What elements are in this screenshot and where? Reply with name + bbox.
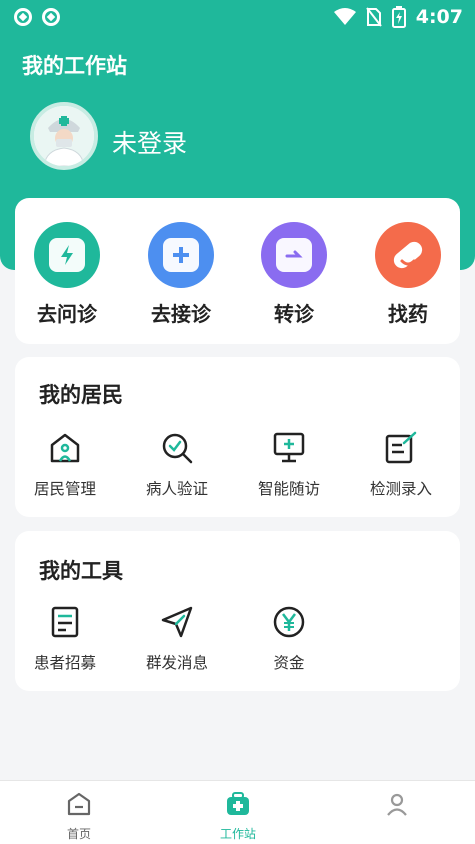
page-title: 我的工作站 xyxy=(22,54,127,78)
sync-icon xyxy=(14,8,32,26)
lightning-chat-icon xyxy=(34,222,100,288)
plus-chat-icon xyxy=(148,222,214,288)
avatar[interactable] xyxy=(30,102,98,170)
grid-item-label: 群发消息 xyxy=(145,654,208,672)
quick-action-label: 去问诊 xyxy=(37,302,97,326)
tools-card: 我的工具 患者招募 群发消息 资金 xyxy=(15,531,460,691)
grid-item-patient-recruitment[interactable]: 患者招募 xyxy=(15,605,115,673)
monitor-plus-icon xyxy=(273,432,305,463)
grid-item-label: 患者招募 xyxy=(33,654,96,672)
search-check-icon xyxy=(162,433,193,464)
grid-item-label: 检测录入 xyxy=(369,480,432,498)
doctor-avatar-icon xyxy=(34,106,94,166)
quick-action-label: 找药 xyxy=(388,302,428,326)
yen-coin-icon xyxy=(273,606,305,638)
quick-action-referral[interactable]: 转诊 xyxy=(254,222,334,327)
note-edit-icon xyxy=(385,431,417,464)
grid-item-test-entry[interactable]: 检测录入 xyxy=(351,431,451,499)
battery-charging-icon xyxy=(391,6,406,28)
nav-item-workstation[interactable]: 工作站 xyxy=(193,791,283,842)
wifi-icon xyxy=(333,8,356,25)
quick-action-label: 去接诊 xyxy=(151,302,211,326)
grid-item-patient-verification[interactable]: 病人验证 xyxy=(127,431,227,499)
status-bar: 4:07 xyxy=(0,0,475,36)
status-time: 4:07 xyxy=(415,6,463,28)
nav-item-profile[interactable] xyxy=(352,791,442,821)
grid-item-label: 病人验证 xyxy=(145,480,208,498)
document-icon xyxy=(51,606,79,638)
grid-item-resident-management[interactable]: 居民管理 xyxy=(15,431,115,499)
nav-item-home[interactable]: 首页 xyxy=(34,791,124,842)
quick-action-consult[interactable]: 去问诊 xyxy=(27,222,107,327)
status-left xyxy=(14,8,60,26)
sync-icon xyxy=(42,8,60,26)
person-icon xyxy=(387,793,407,816)
section-title: 我的居民 xyxy=(39,383,123,407)
quick-action-find-medicine[interactable]: 找药 xyxy=(368,222,448,327)
user-name[interactable]: 未登录 xyxy=(112,124,187,160)
grid-item-broadcast-message[interactable]: 群发消息 xyxy=(127,605,227,673)
bottom-nav: 首页 工作站 xyxy=(0,780,475,844)
grid-item-label: 资金 xyxy=(273,654,305,672)
status-right: 4:07 xyxy=(333,6,463,28)
home-icon xyxy=(67,792,91,816)
quick-actions-card: 去问诊 去接诊 转诊 找药 xyxy=(15,198,460,344)
grid-item-smart-follow-up[interactable]: 智能随访 xyxy=(239,431,339,499)
send-icon xyxy=(161,606,193,638)
nav-label: 首页 xyxy=(66,827,91,841)
nav-label: 工作站 xyxy=(219,827,256,841)
grid-item-funds[interactable]: 资金 xyxy=(239,605,339,673)
quick-action-receive[interactable]: 去接诊 xyxy=(141,222,221,327)
folder-arrow-icon xyxy=(261,222,327,288)
grid-item-label: 智能随访 xyxy=(257,480,320,498)
medical-kit-icon xyxy=(227,792,249,815)
no-sim-icon xyxy=(365,7,382,27)
pill-icon xyxy=(375,222,441,288)
grid-item-label: 居民管理 xyxy=(33,480,96,498)
residents-card: 我的居民 居民管理 病人验证 智能随访 检测录入 xyxy=(15,357,460,517)
section-title: 我的工具 xyxy=(39,559,123,583)
quick-action-label: 转诊 xyxy=(274,302,314,326)
house-person-icon xyxy=(50,433,80,463)
